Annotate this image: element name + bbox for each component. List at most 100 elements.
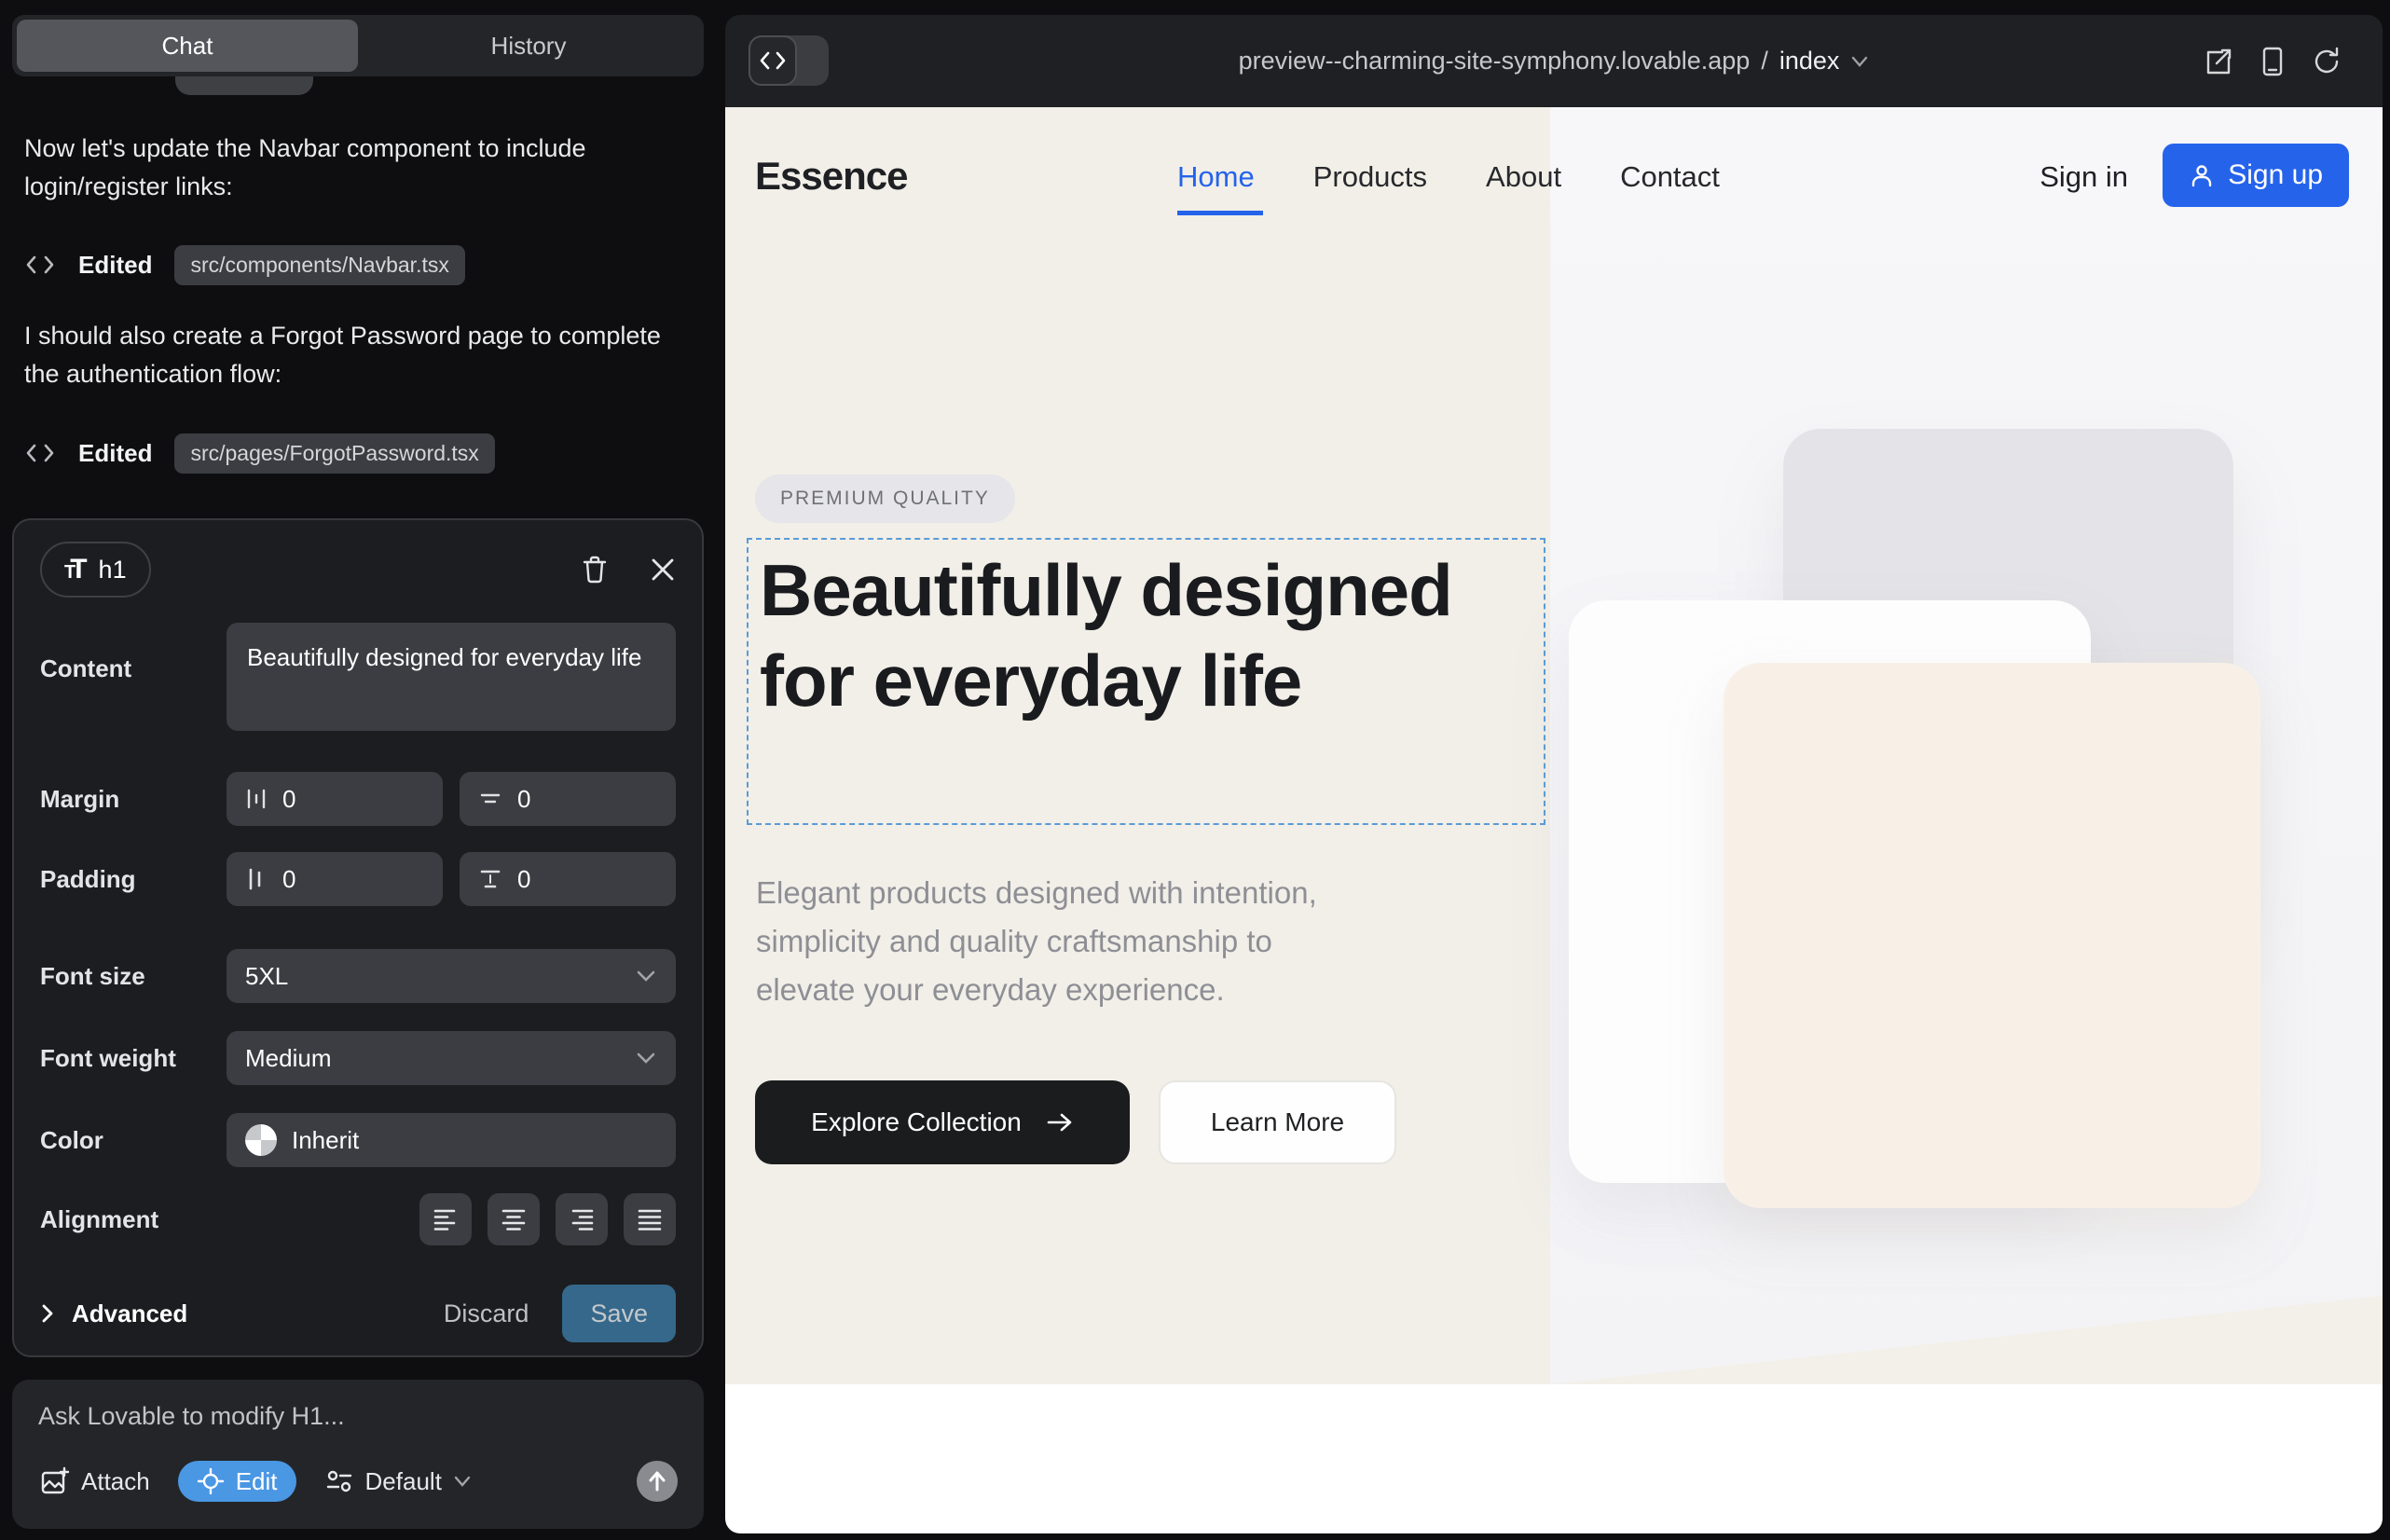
chat-message: Now let's update the Navbar component to… (24, 130, 681, 206)
tab-history[interactable]: History (358, 20, 699, 72)
color-label: Color (40, 1126, 227, 1155)
chevron-down-icon (635, 969, 657, 983)
close-icon (650, 557, 676, 583)
font-size-select[interactable]: 5XL (227, 949, 676, 1003)
padding-x-input[interactable]: 0 (227, 852, 443, 906)
chevron-down-icon (453, 1475, 472, 1488)
tab-chat[interactable]: Chat (17, 20, 358, 72)
selected-element-outline[interactable]: Beautifully designed for everyday life (747, 538, 1545, 825)
margin-x-input[interactable]: 0 (227, 772, 443, 826)
user-icon (2189, 162, 2215, 188)
attach-image-icon (38, 1465, 70, 1497)
sign-in-button[interactable]: Sign in (2040, 160, 2128, 194)
align-justify-button[interactable] (624, 1193, 676, 1245)
nav-link-contact[interactable]: Contact (1620, 160, 1720, 194)
close-panel-button[interactable] (650, 557, 676, 583)
edited-file-row[interactable]: Edited src/components/Navbar.tsx (24, 244, 465, 285)
sign-up-button[interactable]: Sign up (2163, 144, 2349, 207)
chevron-down-icon (635, 1051, 657, 1066)
mobile-view-button[interactable] (2261, 46, 2284, 77)
element-tag-chip[interactable]: TT h1 (40, 542, 151, 598)
edited-file-chip[interactable]: src/components/Navbar.tsx (174, 245, 464, 285)
browser-preview-panel: preview--charming-site-symphony.lovable.… (725, 15, 2383, 1533)
attach-button[interactable]: Attach (38, 1465, 150, 1497)
edited-label: Edited (78, 439, 152, 468)
premium-badge: PREMIUM QUALITY (755, 474, 1015, 523)
align-right-button[interactable] (556, 1193, 608, 1245)
discard-button[interactable]: Discard (444, 1299, 529, 1328)
decor-card-cream (1724, 663, 2260, 1208)
nav-link-about[interactable]: About (1486, 160, 1561, 194)
alignment-label: Alignment (40, 1205, 227, 1234)
open-external-button[interactable] (2204, 47, 2233, 76)
code-icon (24, 439, 56, 467)
align-left-button[interactable] (419, 1193, 472, 1245)
trash-icon (581, 555, 609, 584)
element-editor-panel: TT h1 Content Beautifully designed for e… (12, 518, 704, 1357)
hero-headline[interactable]: Beautifully designed for everyday life (749, 540, 1457, 726)
explore-collection-button[interactable]: Explore Collection (755, 1080, 1130, 1164)
nav-link-products[interactable]: Products (1313, 160, 1427, 194)
font-weight-label: Font weight (40, 1044, 227, 1073)
advanced-toggle[interactable]: Advanced (40, 1299, 187, 1328)
edited-file-chip[interactable]: src/pages/ForgotPassword.tsx (174, 433, 494, 474)
margin-vertical-icon (478, 788, 502, 810)
chat-message: I should also create a Forgot Password p… (24, 317, 681, 393)
hero-section: Essence Home Products About Contact Sign… (725, 107, 2383, 1384)
edit-mode-button[interactable]: Edit (178, 1461, 296, 1502)
prompt-composer: Ask Lovable to modify H1... Attach Edit … (12, 1380, 704, 1529)
save-button[interactable]: Save (562, 1285, 676, 1342)
edited-file-row[interactable]: Edited src/pages/ForgotPassword.tsx (24, 433, 495, 474)
content-label: Content (40, 623, 227, 683)
code-icon (24, 251, 56, 279)
external-link-icon (2204, 47, 2233, 76)
text-size-icon: TT (64, 554, 88, 585)
chevron-down-icon (1850, 55, 1869, 68)
arrow-right-icon (1046, 1111, 1074, 1134)
edited-label: Edited (78, 251, 152, 280)
sliders-icon (324, 1467, 354, 1495)
delete-element-button[interactable] (581, 555, 609, 584)
align-right-icon (568, 1207, 596, 1231)
padding-y-input[interactable]: 0 (460, 852, 676, 906)
sidebar-tabbar: Chat History (12, 15, 704, 76)
align-center-button[interactable] (488, 1193, 540, 1245)
prompt-input[interactable]: Ask Lovable to modify H1... (38, 1402, 678, 1431)
refresh-button[interactable] (2312, 47, 2342, 76)
website-viewport: Essence Home Products About Contact Sign… (725, 107, 2383, 1533)
align-center-icon (500, 1207, 528, 1231)
padding-horizontal-icon (245, 867, 268, 891)
url-separator: / (1761, 47, 1768, 76)
align-left-icon (432, 1207, 460, 1231)
nav-links: Home Products About Contact (1177, 160, 1720, 194)
color-select[interactable]: Inherit (227, 1113, 676, 1167)
margin-y-input[interactable]: 0 (460, 772, 676, 826)
padding-label: Padding (40, 865, 227, 894)
padding-vertical-icon (478, 867, 502, 891)
app-window: Chat History Now let's update the Navbar… (0, 0, 2390, 1540)
color-swatch (245, 1124, 277, 1156)
url-breadcrumb[interactable]: preview--charming-site-symphony.lovable.… (725, 15, 2383, 107)
nav-link-home[interactable]: Home (1177, 160, 1255, 194)
content-input[interactable]: Beautifully designed for everyday life (227, 623, 676, 731)
site-navbar: Essence Home Products About Contact Sign… (725, 107, 2383, 243)
mode-select[interactable]: Default (324, 1467, 472, 1496)
font-weight-select[interactable]: Medium (227, 1031, 676, 1085)
arrow-up-icon (647, 1470, 667, 1492)
send-button[interactable] (637, 1461, 678, 1502)
align-justify-icon (636, 1207, 664, 1231)
browser-topbar: preview--charming-site-symphony.lovable.… (725, 15, 2383, 107)
hero-cta-row: Explore Collection Learn More (755, 1080, 1396, 1164)
element-tag-label: h1 (99, 556, 127, 584)
url-host: preview--charming-site-symphony.lovable.… (1239, 47, 1751, 76)
site-logo[interactable]: Essence (755, 154, 907, 199)
mobile-icon (2261, 46, 2284, 77)
refresh-icon (2312, 47, 2342, 76)
active-nav-underline (1177, 211, 1263, 215)
editor-header: TT h1 (40, 541, 676, 598)
margin-label: Margin (40, 785, 227, 814)
target-icon (197, 1467, 225, 1495)
font-size-label: Font size (40, 962, 227, 991)
learn-more-button[interactable]: Learn More (1159, 1080, 1396, 1164)
hero-description: Elegant products designed with intention… (756, 869, 1371, 1014)
